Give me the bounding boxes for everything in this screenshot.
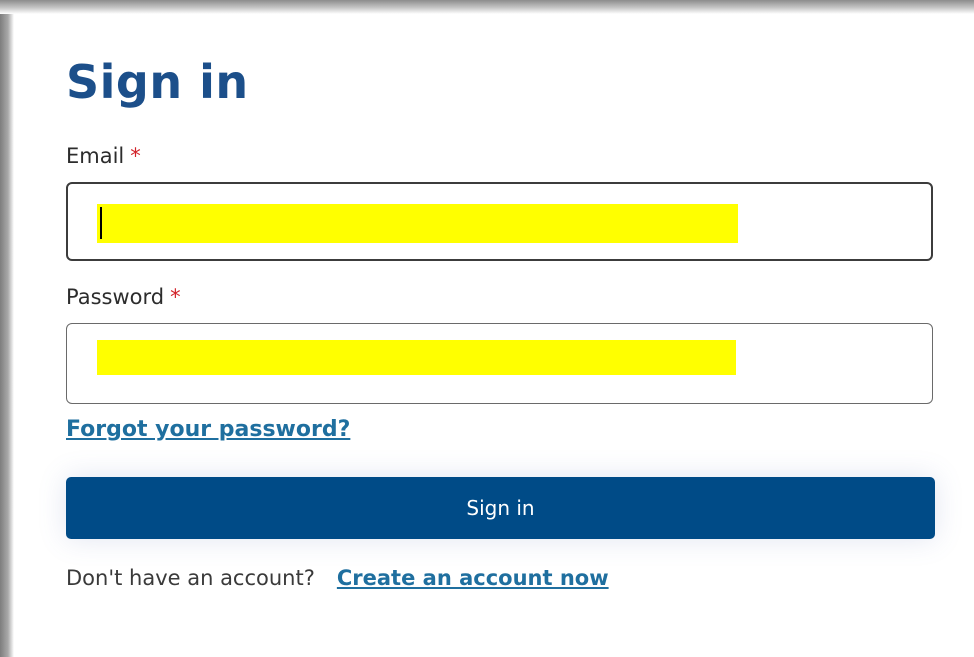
page-title: Sign in bbox=[66, 55, 249, 109]
sign-in-panel: Sign in Email * Password * Forgot your pas… bbox=[14, 14, 974, 657]
email-field[interactable] bbox=[66, 182, 933, 261]
email-value-redaction bbox=[97, 204, 738, 243]
sign-in-button[interactable]: Sign in bbox=[66, 477, 935, 539]
password-label-text: Password bbox=[66, 285, 165, 309]
email-label-text: Email bbox=[66, 144, 125, 168]
window-top-edge bbox=[0, 0, 974, 14]
forgot-password-link[interactable]: Forgot your password? bbox=[66, 417, 350, 442]
password-label: Password * bbox=[66, 285, 181, 309]
password-required-marker: * bbox=[170, 285, 181, 309]
text-caret bbox=[100, 207, 102, 239]
email-required-marker: * bbox=[130, 144, 141, 168]
email-label: Email * bbox=[66, 144, 141, 168]
password-field[interactable] bbox=[66, 323, 933, 404]
create-account-row: Don't have an account? Create an account … bbox=[66, 566, 609, 590]
no-account-text: Don't have an account? bbox=[66, 566, 315, 590]
password-value-redaction bbox=[97, 340, 736, 375]
create-account-link[interactable]: Create an account now bbox=[337, 566, 609, 590]
